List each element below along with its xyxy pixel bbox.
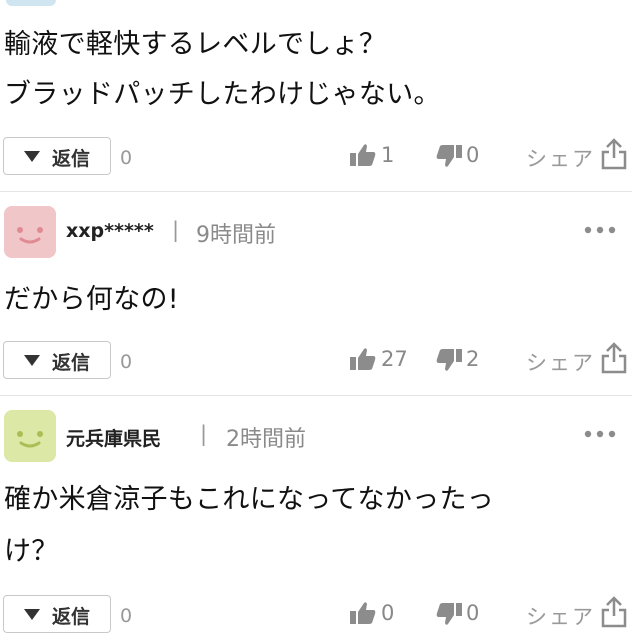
comment-body-line: 確か米倉涼子もこれになってなかったっ [4,484,495,515]
comment-body-line: ブラッドパッチしたわけじゃない。 [4,79,441,110]
username[interactable]: xxp***** [66,220,154,242]
reply-button[interactable]: 返信 [3,341,111,379]
smiley-face-icon [17,227,43,244]
separator: | [200,422,208,446]
thumbs-up-icon[interactable] [350,143,376,167]
share-label[interactable]: シェア [526,601,595,631]
timestamp: 2時間前 [226,427,306,452]
smiley-face-icon [17,431,43,448]
more-dots-icon[interactable] [582,424,618,444]
share-label[interactable]: シェア [526,347,595,377]
triangle-down-icon [24,151,40,162]
comment-body-line: だから何なの! [4,284,179,315]
divider [0,395,632,396]
comment-body-line: け？ [4,536,59,567]
like-count: 27 [381,347,408,371]
thumbs-down-icon[interactable] [436,603,462,627]
reply-button-label: 返信 [52,148,91,170]
avatar-partial [6,0,56,6]
comment-actions: 返信 0 27 2 シェア [0,341,632,381]
share-label[interactable]: シェア [526,143,595,173]
reply-count: 0 [120,605,133,627]
thumbs-down-icon[interactable] [436,145,462,169]
comment-actions: 返信 0 1 0 シェア [0,137,632,177]
username[interactable]: 元兵庫県民 [66,424,161,451]
triangle-down-icon [24,609,40,620]
avatar[interactable] [4,410,56,462]
like-count: 0 [381,601,395,625]
dislike-count: 0 [466,143,480,167]
avatar[interactable] [4,206,56,258]
reply-button[interactable]: 返信 [3,137,111,175]
like-count: 1 [381,143,395,167]
reply-button[interactable]: 返信 [3,595,111,633]
comment-header: 元兵庫県民 | 2時間前 [0,410,632,466]
triangle-down-icon [24,355,40,366]
share-icon[interactable] [601,138,627,170]
reply-count: 0 [120,351,133,373]
timestamp: 9時間前 [196,223,276,248]
comment-header: xxp***** | 9時間前 [0,206,632,262]
dislike-count: 0 [466,601,480,625]
reply-button-label: 返信 [52,352,91,374]
thumbs-up-icon[interactable] [350,601,376,625]
share-icon[interactable] [601,342,627,374]
reply-count: 0 [120,147,133,169]
divider [0,191,632,192]
reply-button-label: 返信 [52,606,91,628]
thumbs-down-icon[interactable] [436,349,462,373]
comment-body-line: 輸液で軽快するレベルでしょ？ [4,29,387,60]
dislike-count: 2 [466,347,480,371]
comment-actions: 返信 0 0 0 シェア [0,595,632,635]
thumbs-up-icon[interactable] [350,347,376,371]
separator: | [172,218,180,242]
more-dots-icon[interactable] [582,220,618,240]
share-icon[interactable] [601,596,627,628]
